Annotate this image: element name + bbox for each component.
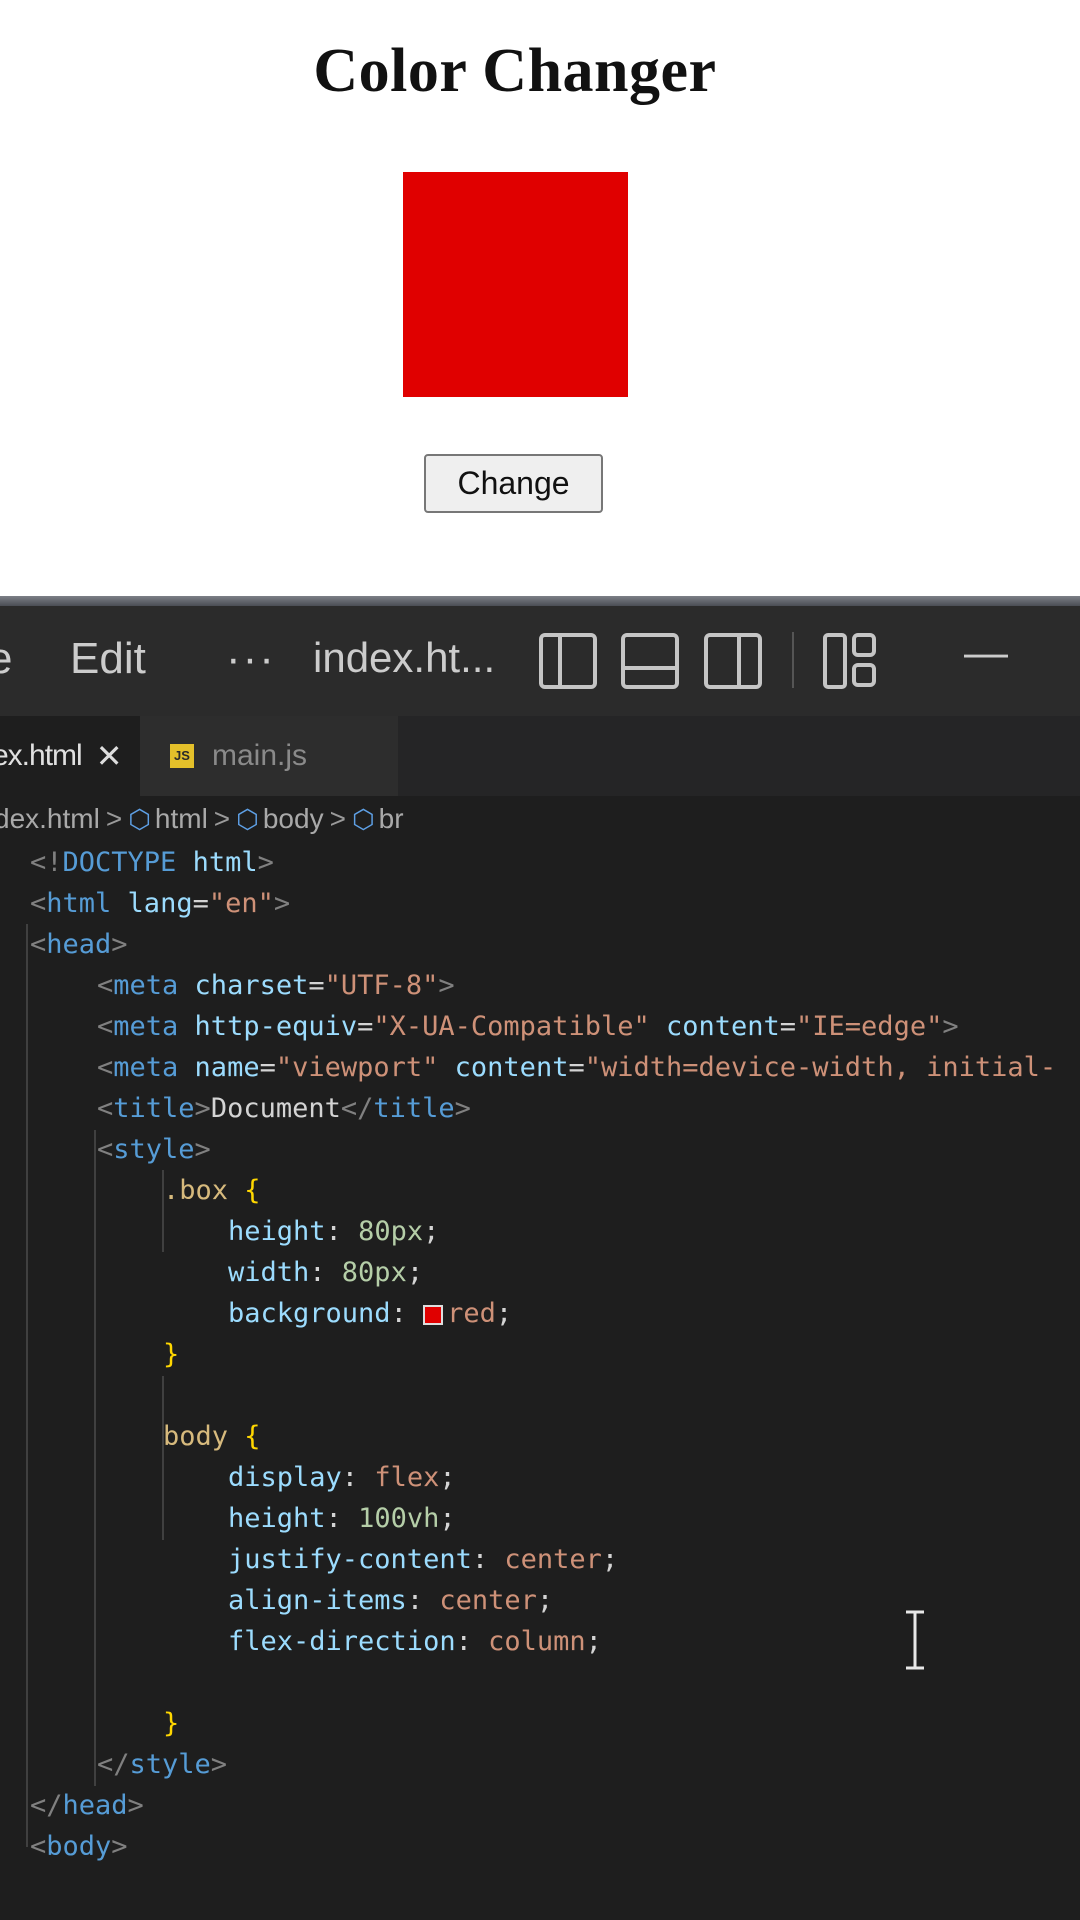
chevron-right-icon: >: [213, 803, 231, 834]
code-line: <meta charset="UTF-8">: [97, 970, 455, 1001]
code-line: height: 100vh;: [228, 1503, 456, 1534]
code-line: width: 80px;: [228, 1257, 424, 1288]
page-heading: Color Changer: [313, 37, 717, 105]
titlebar-separator: [792, 632, 794, 688]
color-swatch[interactable]: [423, 1304, 444, 1325]
code-line: <title>Document</title>: [97, 1093, 471, 1124]
code-line: flex-direction: column;: [228, 1626, 602, 1657]
code-line: <!DOCTYPE html>: [30, 847, 274, 878]
close-icon[interactable]: ✕: [96, 737, 123, 775]
breadcrumb-item-file[interactable]: dex.html: [0, 803, 100, 835]
code-line: }: [163, 1708, 180, 1739]
tab-label: ex.html: [0, 739, 83, 772]
code-line: background: red;: [228, 1298, 513, 1329]
toggle-panel-icon[interactable]: [620, 632, 680, 690]
text-cursor-icon: [906, 1610, 924, 1670]
code-editor: e Edit ··· index.ht... — ex.html ✕ JS ma…: [0, 606, 1080, 1920]
element-cube-icon: ⬡: [128, 803, 151, 834]
element-cube-icon: ⬡: [351, 803, 375, 834]
change-button[interactable]: Change: [424, 454, 603, 513]
window-divider: [0, 596, 1080, 606]
code-line: <html lang="en">: [30, 888, 291, 919]
indent-guide: [26, 924, 28, 1847]
menu-edit[interactable]: Edit: [70, 634, 146, 684]
chevron-right-icon: >: [329, 803, 346, 834]
menu-more[interactable]: ···: [226, 634, 276, 684]
tab-label: main.js: [212, 739, 308, 772]
code-line: align-items: center;: [228, 1585, 554, 1616]
color-box: [403, 172, 628, 397]
breadcrumb-item-br[interactable]: br: [379, 803, 404, 835]
indent-guide: [162, 1376, 164, 1540]
editor-tabbar: ex.html ✕ JS main.js: [0, 716, 1080, 796]
editor-titlebar: e Edit ··· index.ht... —: [0, 606, 1080, 716]
code-line: <meta http-equiv="X-UA-Compatible" conte…: [97, 1011, 959, 1042]
breadcrumb-item-html[interactable]: html: [155, 803, 208, 835]
code-line: </head>: [30, 1790, 144, 1821]
tab-main-js[interactable]: JS main.js: [140, 716, 398, 796]
customize-layout-icon[interactable]: [822, 632, 878, 690]
code-line: </style>: [97, 1749, 228, 1780]
window-title: index.ht...: [313, 634, 496, 681]
code-line: justify-content: center;: [228, 1544, 619, 1575]
minimize-icon[interactable]: —: [964, 628, 1008, 678]
code-line: <style>: [97, 1134, 211, 1165]
code-line: <head>: [30, 929, 128, 960]
browser-preview: Color Changer Change: [0, 0, 1080, 600]
code-line: }: [163, 1339, 180, 1370]
code-line: height: 80px;: [228, 1216, 440, 1247]
breadcrumb-item-body[interactable]: body: [263, 803, 324, 835]
menu-file-partial[interactable]: e: [0, 634, 12, 684]
javascript-file-icon: JS: [170, 744, 194, 768]
code-line: <body>: [30, 1831, 128, 1862]
tab-index-html[interactable]: ex.html ✕: [0, 716, 140, 796]
toggle-primary-sidebar-icon[interactable]: [538, 632, 598, 690]
code-area[interactable]: <!DOCTYPE html> <html lang="en"> <head> …: [0, 842, 1080, 1920]
chevron-right-icon: >: [105, 803, 123, 834]
element-cube-icon: ⬡: [236, 803, 259, 834]
toggle-secondary-sidebar-icon[interactable]: [703, 632, 763, 690]
code-line: body {: [163, 1421, 261, 1452]
code-line: .box {: [163, 1175, 261, 1206]
code-line: <meta name="viewport" content="width=dev…: [97, 1052, 1057, 1083]
indent-guide: [94, 1130, 96, 1786]
breadcrumb: dex.html > ⬡ html > ⬡ body > ⬡ br: [0, 796, 1080, 842]
code-line: display: flex;: [228, 1462, 456, 1493]
